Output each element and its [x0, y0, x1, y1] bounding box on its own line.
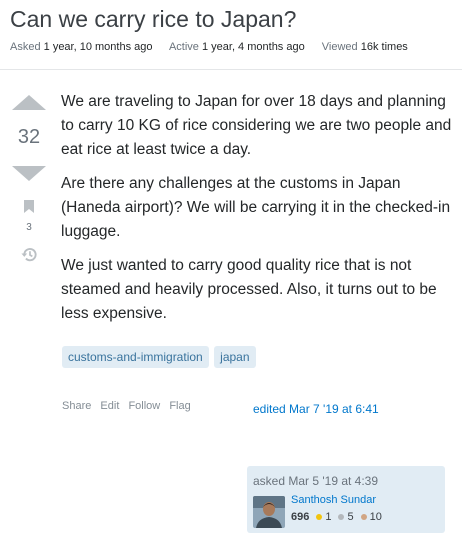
edited-timestamp[interactable]: edited Mar 7 '19 at 6:41 [253, 402, 379, 416]
question-meta: Asked 1 year, 10 months ago Active 1 yea… [10, 41, 422, 53]
bookmark-icon[interactable] [24, 200, 34, 213]
upvote-icon[interactable] [12, 95, 46, 110]
gold-badge: 1 [316, 511, 331, 523]
header-divider [0, 69, 462, 70]
flag-link[interactable]: Flag [169, 400, 190, 412]
gold-badge-icon [316, 514, 323, 520]
asked-label: Asked [10, 41, 41, 53]
reputation-score: 696 [291, 511, 310, 523]
post-paragraph: We are traveling to Japan for over 18 da… [61, 93, 452, 158]
asked-timestamp: asked Mar 5 '19 at 4:39 [253, 474, 379, 488]
active-label: Active [168, 41, 199, 53]
downvote-icon[interactable] [12, 166, 46, 181]
tag-customs-and-immigration[interactable]: customs-and-immigration [62, 346, 209, 368]
question-title[interactable]: Can we carry rice to Japan? [10, 6, 296, 33]
edit-link[interactable]: Edit [100, 400, 119, 412]
silver-badge-icon [338, 514, 345, 520]
owner-name[interactable]: Santhosh Sundar [291, 494, 376, 506]
post-paragraph: Are there any challenges at the customs … [61, 175, 451, 240]
avatar[interactable] [253, 496, 285, 528]
bookmark-count: 3 [26, 222, 32, 233]
viewed-value: 16k times [360, 41, 408, 53]
tag-japan[interactable]: japan [214, 346, 256, 368]
gold-badge-count: 1 [325, 511, 332, 523]
bronze-badge-count: 10 [369, 511, 382, 523]
share-link[interactable]: Share [62, 400, 91, 412]
post-body: We are traveling to Japan for over 18 da… [61, 90, 456, 336]
owner-reputation: 696 1 5 10 [291, 511, 389, 523]
post-paragraph: We just wanted to carry good quality ric… [61, 257, 437, 322]
silver-badge: 5 [338, 511, 354, 523]
owner-card: asked Mar 5 '19 at 4:39 Santhosh Sundar … [247, 466, 445, 533]
history-icon[interactable] [21, 246, 38, 263]
asked-value[interactable]: 1 year, 10 months ago [44, 41, 153, 53]
vote-count: 32 [17, 126, 41, 148]
follow-link[interactable]: Follow [128, 400, 160, 412]
bronze-badge-icon [360, 514, 367, 520]
viewed-label: Viewed [321, 41, 358, 53]
active-value[interactable]: 1 year, 4 months ago [202, 41, 305, 53]
post-tags: customs-and-immigration japan [62, 346, 257, 368]
silver-badge-count: 5 [347, 511, 354, 523]
bronze-badge: 10 [360, 511, 382, 523]
post-menu: Share Edit Follow Flag [62, 400, 197, 412]
